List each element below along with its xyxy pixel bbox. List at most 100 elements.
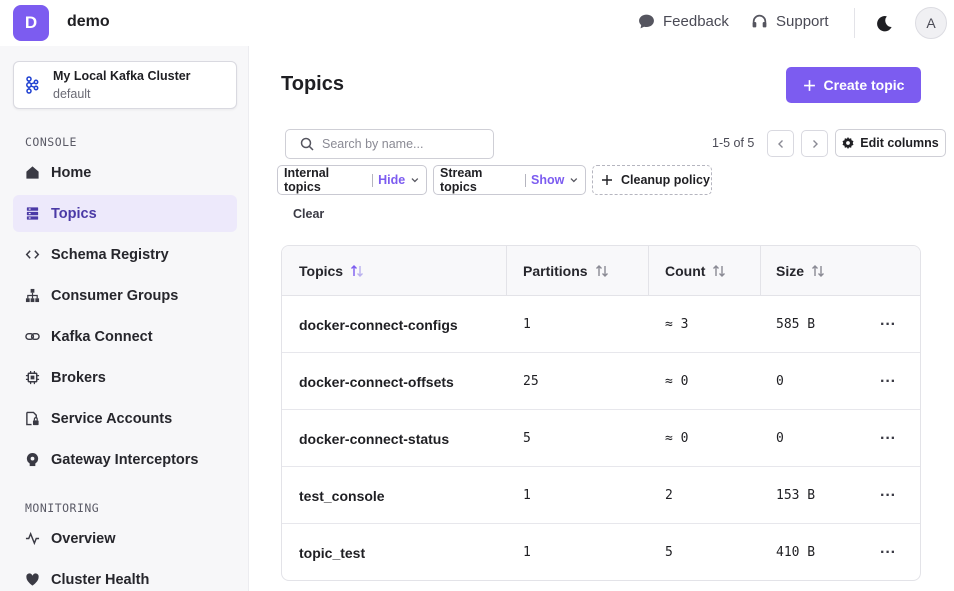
search-box[interactable]: [285, 129, 494, 159]
column-header-label: Size: [776, 263, 805, 279]
column-header-size[interactable]: Size: [776, 246, 825, 296]
pagination-text: 1-5 of 5: [712, 136, 755, 150]
column-header-topics[interactable]: Topics: [299, 246, 364, 296]
sidebar-item-label: Home: [51, 164, 92, 181]
cluster-name: My Local Kafka Cluster: [53, 69, 191, 83]
moon-icon: [877, 16, 892, 32]
topics-icon: [26, 207, 39, 220]
sidebar-item-schema-registry[interactable]: Schema Registry: [13, 236, 237, 273]
clear-filters-button[interactable]: Clear: [293, 207, 324, 221]
feedback-label: Feedback: [663, 13, 729, 30]
topic-name[interactable]: docker-connect-configs: [299, 296, 458, 353]
gateway-icon: [26, 452, 39, 467]
app-logo[interactable]: D: [13, 5, 49, 41]
partitions-value: 1: [523, 488, 531, 503]
chat-bubble-icon: [639, 14, 654, 29]
sort-icon: [713, 265, 726, 277]
prev-page-button[interactable]: [767, 130, 794, 157]
home-icon: [26, 166, 39, 179]
table-row[interactable]: docker-connect-offsets 25 ≈ 0 0 ···: [282, 353, 920, 410]
row-menu-button[interactable]: ···: [880, 353, 896, 410]
next-page-button[interactable]: [801, 130, 828, 157]
topic-name[interactable]: topic_test: [299, 524, 365, 580]
row-menu-button[interactable]: ···: [880, 296, 896, 353]
sidebar-item-label: Consumer Groups: [51, 287, 179, 304]
edit-columns-label: Edit columns: [860, 136, 939, 150]
table-row[interactable]: docker-connect-configs 1 ≈ 3 585 B ···: [282, 296, 920, 353]
sidebar-item-topics[interactable]: Topics: [13, 195, 237, 232]
top-bar: D demo Feedback Support A: [0, 0, 954, 46]
link-icon: [25, 332, 40, 341]
kafka-icon: [26, 76, 39, 94]
chevron-down-icon: [411, 178, 419, 183]
page-title: Topics: [281, 73, 344, 95]
cleanup-policy-filter[interactable]: Cleanup policy: [592, 165, 712, 195]
sidebar: My Local Kafka Cluster default CONSOLE H…: [0, 46, 249, 591]
sidebar-item-brokers[interactable]: Brokers: [13, 359, 237, 396]
row-menu-button[interactable]: ···: [880, 410, 896, 467]
sidebar-item-gateway-interceptors[interactable]: Gateway Interceptors: [13, 441, 237, 478]
section-title-console: CONSOLE: [25, 135, 77, 149]
count-value: 5: [665, 545, 673, 560]
support-link[interactable]: Support: [751, 13, 829, 30]
pulse-icon: [25, 531, 40, 546]
sidebar-item-overview[interactable]: Overview: [13, 520, 237, 557]
cluster-selector[interactable]: My Local Kafka Cluster default: [13, 61, 237, 109]
topic-name[interactable]: docker-connect-status: [299, 410, 449, 467]
column-header-label: Partitions: [523, 263, 588, 279]
feedback-link[interactable]: Feedback: [638, 13, 729, 30]
size-value: 0: [776, 431, 784, 446]
hierarchy-icon: [25, 288, 40, 303]
sidebar-item-cluster-health[interactable]: Cluster Health: [13, 561, 237, 591]
topic-name[interactable]: test_console: [299, 467, 385, 524]
partitions-value: 1: [523, 317, 531, 332]
support-label: Support: [776, 13, 829, 30]
column-header-count[interactable]: Count: [665, 246, 726, 296]
column-header-partitions[interactable]: Partitions: [523, 246, 609, 296]
filter-label: Stream topics: [440, 166, 483, 194]
table-row[interactable]: topic_test 1 5 410 B ···: [282, 524, 920, 580]
sidebar-item-kafka-connect[interactable]: Kafka Connect: [13, 318, 237, 355]
avatar[interactable]: A: [915, 7, 947, 39]
count-value: ≈ 0: [665, 374, 689, 389]
filter-value: Show: [530, 173, 565, 187]
plus-icon: [803, 79, 815, 91]
code-icon: [25, 250, 40, 259]
sidebar-item-label: Overview: [51, 530, 116, 547]
topbar-divider: [854, 8, 855, 38]
row-menu-button[interactable]: ···: [880, 467, 896, 524]
sidebar-item-label: Service Accounts: [51, 410, 173, 427]
filter-stream-topics[interactable]: Stream topics Show: [433, 165, 586, 195]
create-topic-label: Create topic: [823, 77, 905, 93]
sidebar-item-label: Brokers: [51, 369, 106, 386]
cluster-env: default: [53, 87, 91, 101]
table-row[interactable]: test_console 1 2 153 B ···: [282, 467, 920, 524]
count-value: 2: [665, 488, 673, 503]
edit-columns-button[interactable]: Edit columns: [835, 129, 946, 157]
size-value: 410 B: [776, 545, 816, 560]
sort-asc-icon: [351, 265, 364, 277]
filter-label: Internal topics: [284, 166, 330, 194]
filter-internal-topics[interactable]: Internal topics Hide: [277, 165, 427, 195]
column-header-label: Count: [665, 263, 706, 279]
row-menu-button[interactable]: ···: [880, 524, 896, 580]
filter-separator: [525, 173, 526, 187]
sidebar-item-service-accounts[interactable]: Service Accounts: [13, 400, 237, 437]
headset-icon: [752, 14, 767, 28]
sidebar-item-consumer-groups[interactable]: Consumer Groups: [13, 277, 237, 314]
filter-separator: [372, 173, 374, 187]
app-name: demo: [67, 13, 110, 30]
dark-mode-toggle[interactable]: [873, 13, 895, 35]
size-value: 153 B: [776, 488, 816, 503]
create-topic-button[interactable]: Create topic: [786, 67, 921, 103]
sort-icon: [595, 265, 608, 277]
search-input[interactable]: [322, 137, 482, 151]
sidebar-item-label: Gateway Interceptors: [51, 451, 199, 468]
topic-name[interactable]: docker-connect-offsets: [299, 353, 454, 410]
column-divider: [760, 246, 761, 296]
sort-icon: [812, 265, 825, 277]
plus-icon: [602, 175, 612, 185]
column-divider: [506, 246, 507, 296]
sidebar-item-home[interactable]: Home: [13, 154, 237, 191]
table-row[interactable]: docker-connect-status 5 ≈ 0 0 ···: [282, 410, 920, 467]
